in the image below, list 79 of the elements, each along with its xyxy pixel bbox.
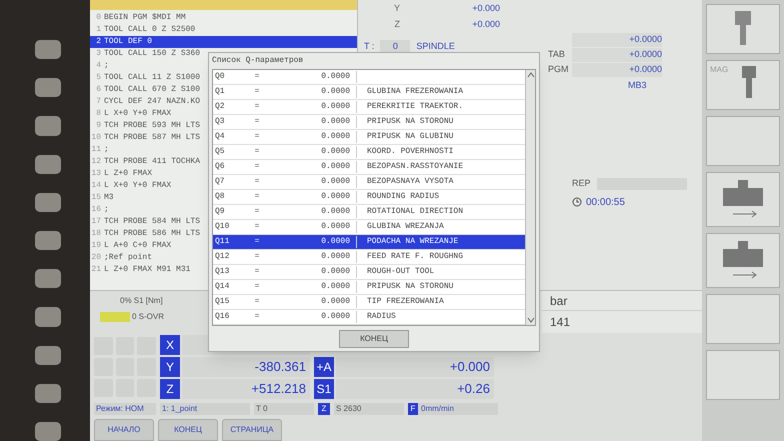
- q-parameter-row[interactable]: Q14 = 0.0000 PRIPUSK NA STORONU: [213, 280, 525, 295]
- offset-label: PGM: [548, 63, 570, 76]
- axis-value: +0.26: [336, 379, 494, 399]
- axis-label: Y: [160, 357, 180, 377]
- repeat-label: REP: [572, 177, 591, 190]
- q-parameter-row[interactable]: Q13 = 0.0000 ROUGH-OUT TOOL: [213, 265, 525, 280]
- run-time: 00:00:55: [586, 196, 625, 210]
- scrollbar[interactable]: [525, 70, 535, 325]
- q-parameter-row[interactable]: Q16 = 0.0000 RADIUS: [213, 310, 525, 325]
- q-parameter-row[interactable]: Q5 = 0.0000 KOORD. POVERHNOSTI: [213, 145, 525, 160]
- override-bar: [100, 312, 130, 322]
- spindle-label: SPINDLE: [416, 40, 455, 54]
- preset-label: 1: 1_point: [160, 403, 250, 415]
- softkey[interactable]: КОНЕЦ: [158, 419, 218, 441]
- q-parameter-row[interactable]: Q12 = 0.0000 FEED RATE F. ROUGHNG: [213, 250, 525, 265]
- axis-value: +0.000: [471, 2, 500, 16]
- override-label: 0 S-OVR: [132, 311, 164, 323]
- softkey[interactable]: [706, 116, 780, 166]
- q-parameter-row[interactable]: Q3 = 0.0000 PRIPUSK NA STORONU: [213, 115, 525, 130]
- tool-field: T 0: [254, 403, 314, 415]
- pressure-unit: bar: [542, 291, 702, 311]
- q-parameter-row[interactable]: Q7 = 0.0000 BEZOPASNAYA VYSOTA: [213, 175, 525, 190]
- softkey[interactable]: СТРАНИЦА: [222, 419, 282, 441]
- feed-badge: F: [408, 403, 418, 415]
- end-button[interactable]: КОНЕЦ: [339, 330, 409, 348]
- bezel-key[interactable]: [35, 40, 61, 60]
- q-parameter-row[interactable]: Q9 = 0.0000 ROTATIONAL DIRECTION: [213, 205, 525, 220]
- spindle-load: 0% S1 [Nm]: [119, 295, 164, 307]
- bezel-key[interactable]: [35, 384, 61, 403]
- offset-value: +0.0000: [572, 63, 662, 77]
- mode-label: Режим: НОМ: [94, 403, 156, 415]
- feed-value: 0mm/min: [421, 403, 454, 415]
- bezel-key[interactable]: [35, 269, 61, 288]
- q-parameter-row[interactable]: Q11 = 0.0000 PODACHA NA WREZANJE: [213, 235, 525, 250]
- softkey[interactable]: НАЧАЛО: [94, 419, 154, 441]
- axis-value: -380.361: [182, 357, 310, 377]
- q-parameter-row[interactable]: Q4 = 0.0000 PRIPUSK NA GLUBINU: [213, 130, 525, 145]
- dialog-title: Список Q-параметров: [212, 55, 304, 67]
- bezel-key[interactable]: [35, 422, 61, 441]
- axis-badge: Z: [318, 403, 330, 415]
- bezel-key[interactable]: [35, 78, 61, 98]
- q-parameter-row[interactable]: Q8 = 0.0000 ROUNDING RADIUS: [213, 190, 525, 205]
- softkey[interactable]: [706, 172, 780, 227]
- bezel-key[interactable]: [35, 307, 61, 326]
- scroll-down-icon[interactable]: [526, 315, 536, 325]
- bezel-key[interactable]: [35, 192, 61, 212]
- tool-label: T :: [363, 40, 374, 54]
- bezel-key[interactable]: [35, 230, 61, 250]
- q-parameter-row[interactable]: Q0 = 0.0000: [213, 70, 525, 85]
- q-parameter-row[interactable]: Q15 = 0.0000 TIP FREZEROWANIA: [213, 295, 525, 310]
- mode-code: MB3: [628, 79, 647, 92]
- offset-value: +0.0000: [572, 48, 662, 62]
- q-parameter-row[interactable]: Q6 = 0.0000 BEZOPASN.RASSTOYANIE: [213, 160, 525, 175]
- axis-label: X: [160, 335, 180, 355]
- axis-label: Y: [392, 2, 400, 16]
- axis-label: S1: [314, 379, 334, 399]
- axis-value: +0.000: [471, 18, 500, 32]
- speed-field: S 2630: [334, 403, 404, 415]
- softkey[interactable]: [706, 233, 780, 288]
- clock-icon: [572, 197, 582, 207]
- offset-label: TAB: [548, 48, 566, 62]
- bezel-key[interactable]: [35, 154, 61, 174]
- axis-label: Z: [394, 18, 400, 32]
- softkey[interactable]: [706, 350, 780, 400]
- axis-value: +0.000: [336, 357, 494, 377]
- softkey[interactable]: [706, 4, 780, 54]
- axis-value: +512.218: [182, 379, 310, 399]
- q-parameter-row[interactable]: Q2 = 0.0000 PEREKRITIE TRAEKTOR.: [213, 100, 525, 115]
- pressure-value: 141: [542, 311, 702, 333]
- q-parameter-row[interactable]: Q1 = 0.0000 GLUBINA FREZEROWANIA: [213, 85, 525, 100]
- scroll-up-icon[interactable]: [526, 70, 536, 80]
- bezel-key[interactable]: [35, 116, 61, 136]
- softkey[interactable]: [706, 294, 780, 344]
- program-line[interactable]: 0 BEGIN PGM $MDI MM: [90, 12, 357, 24]
- axis-label: +A: [314, 357, 334, 377]
- program-line[interactable]: 1 TOOL CALL 0 Z S2500: [90, 24, 357, 36]
- bezel-key[interactable]: [35, 346, 61, 365]
- axis-label: Z: [160, 379, 180, 399]
- offset-value: +0.0000: [572, 33, 662, 47]
